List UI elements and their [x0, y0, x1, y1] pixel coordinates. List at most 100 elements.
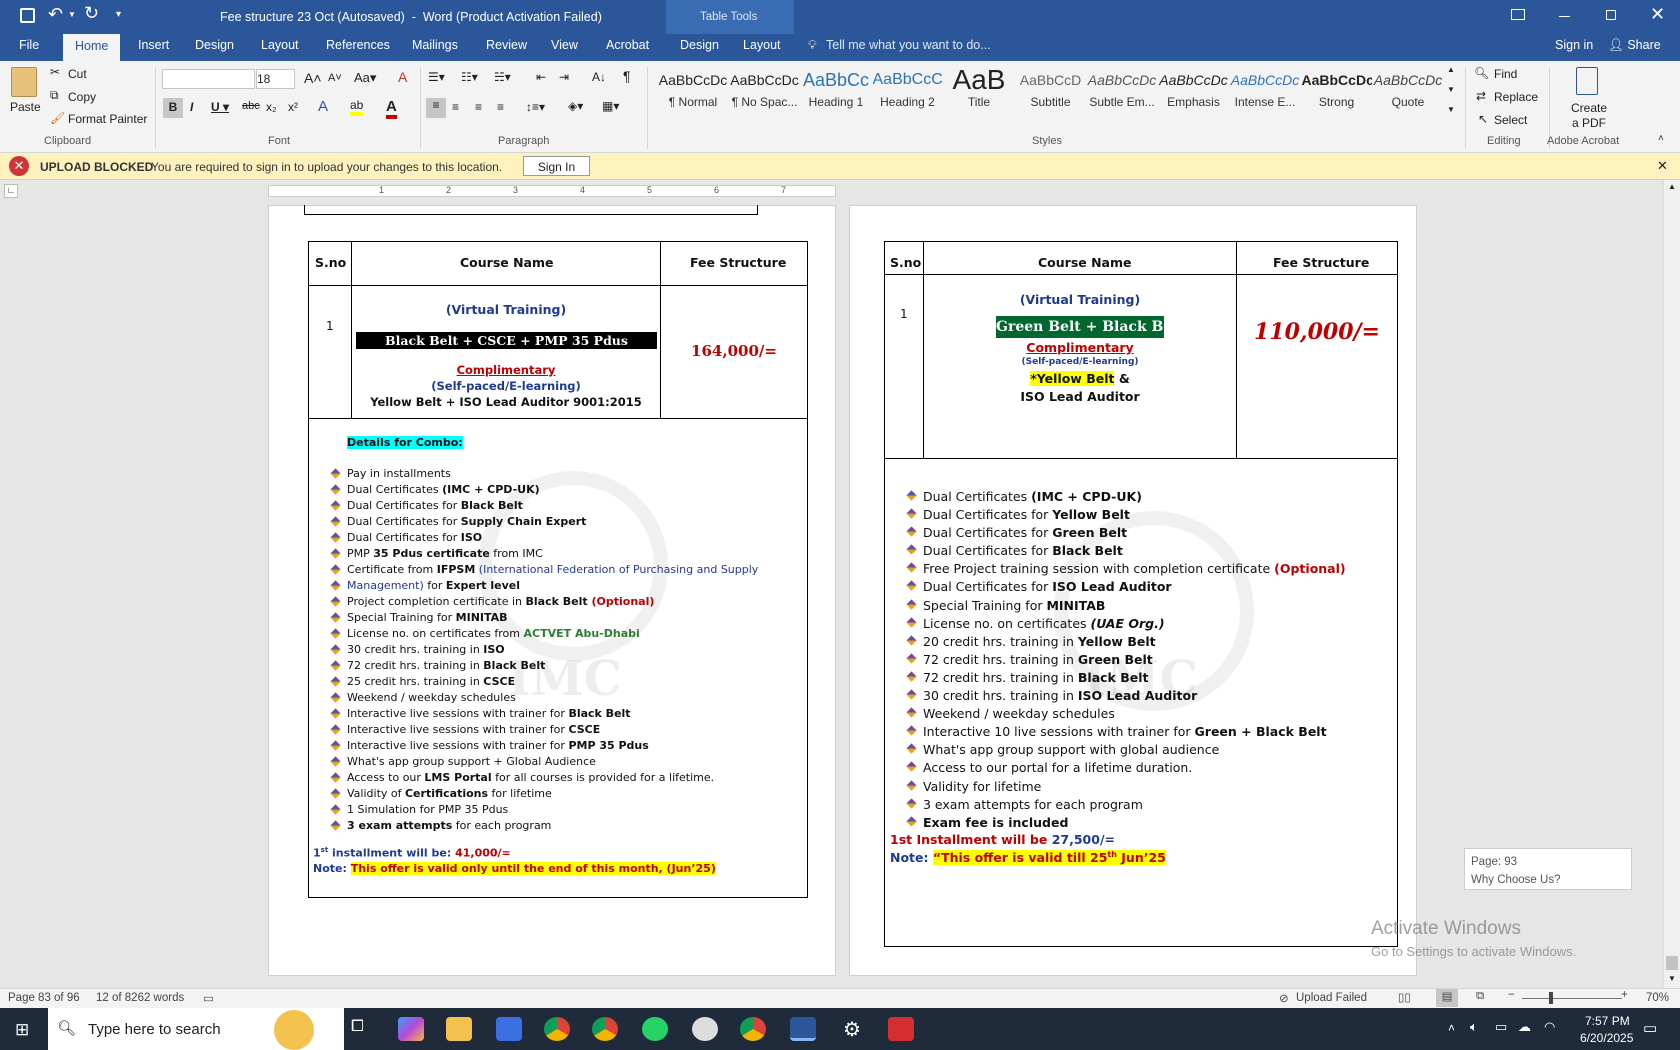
- sign-in-link[interactable]: Sign in: [1555, 38, 1593, 52]
- tray-chevron-icon[interactable]: ˄: [1448, 1021, 1455, 1035]
- italic-button[interactable]: I: [190, 100, 193, 114]
- underline-button[interactable]: U ▾: [211, 100, 229, 114]
- wifi-icon[interactable]: ◠: [1544, 1019, 1555, 1035]
- style-7[interactable]: AaBbCcDc Emphasis: [1159, 65, 1229, 119]
- font-name-box[interactable]: [162, 69, 255, 89]
- clock-time[interactable]: 7:57 PM: [1585, 1014, 1630, 1028]
- sign-in-button[interactable]: Sign In: [523, 156, 590, 176]
- sort-icon[interactable]: A↓: [592, 70, 606, 84]
- bullets-icon[interactable]: ☰▾: [428, 70, 445, 84]
- tab-review[interactable]: Review: [486, 38, 527, 52]
- infobar-close-icon[interactable]: ✕: [1657, 158, 1668, 174]
- find-button[interactable]: Find: [1494, 67, 1517, 81]
- vertical-scrollbar[interactable]: ▲ ▼: [1663, 180, 1680, 988]
- battery-icon[interactable]: ▭: [1495, 1019, 1507, 1035]
- show-marks-icon[interactable]: ¶: [623, 68, 631, 84]
- tab-acrobat[interactable]: Acrobat: [606, 38, 649, 52]
- upload-status[interactable]: Upload Failed: [1296, 992, 1367, 1004]
- strikethrough-button[interactable]: abc: [242, 100, 260, 112]
- replace-button[interactable]: Replace: [1494, 90, 1538, 104]
- style-0[interactable]: AaBbCcDc ¶ Normal: [658, 65, 728, 119]
- copy-button[interactable]: Copy: [68, 90, 96, 104]
- windows-start-icon[interactable]: ⊞: [15, 1020, 29, 1040]
- styles-scroll-up-icon[interactable]: ▲: [1447, 65, 1455, 74]
- style-2[interactable]: AaBbCc Heading 1: [801, 65, 871, 119]
- font-size-box[interactable]: 18: [256, 69, 295, 89]
- style-10[interactable]: AaBbCcDc Quote: [1373, 65, 1443, 119]
- tab-table-design[interactable]: Design: [680, 38, 719, 52]
- scroll-thumb[interactable]: [1666, 956, 1678, 970]
- style-1[interactable]: AaBbCcDc ¶ No Spac...: [730, 65, 800, 119]
- share-button[interactable]: 👤︎ Share: [1608, 38, 1661, 53]
- subscript-button[interactable]: x₂: [266, 100, 277, 114]
- proofing-icon[interactable]: ▭: [203, 991, 214, 1005]
- tab-table-layout[interactable]: Layout: [743, 38, 781, 52]
- tab-design[interactable]: Design: [195, 38, 234, 52]
- font-color-icon[interactable]: A: [386, 98, 397, 119]
- taskbar-search-input[interactable]: Type here to search: [88, 1021, 221, 1038]
- settings-icon[interactable]: ⚙: [839, 1017, 865, 1041]
- save-icon[interactable]: [20, 8, 35, 23]
- redo-icon[interactable]: ↻: [84, 3, 99, 24]
- ribbon-display-options-icon[interactable]: [1511, 9, 1525, 20]
- style-3[interactable]: AaBbCcC Heading 2: [873, 65, 943, 119]
- paste-button[interactable]: Paste: [10, 100, 41, 114]
- select-button[interactable]: Select: [1494, 113, 1527, 127]
- chrome-icon-2[interactable]: [592, 1017, 618, 1041]
- clock-date[interactable]: 6/20/2025: [1580, 1031, 1633, 1045]
- align-center-icon[interactable]: ≡: [452, 100, 459, 114]
- cloud-icon[interactable]: ☁: [1518, 1019, 1531, 1035]
- scroll-down-icon[interactable]: ▼: [1668, 974, 1676, 983]
- tab-references[interactable]: References: [326, 38, 390, 52]
- style-6[interactable]: AaBbCcDc Subtle Em...: [1087, 65, 1157, 119]
- whatsapp-icon[interactable]: [642, 1017, 668, 1041]
- numbering-icon[interactable]: ☷▾: [461, 70, 478, 84]
- collapse-ribbon-icon[interactable]: ˄: [1658, 133, 1664, 144]
- format-painter-button[interactable]: Format Painter: [68, 112, 147, 126]
- shrink-font-icon[interactable]: A˅: [328, 72, 342, 84]
- tab-view[interactable]: View: [551, 38, 578, 52]
- tab-selector[interactable]: ∟: [4, 184, 18, 198]
- page-count[interactable]: Page 83 of 96: [8, 992, 80, 1004]
- print-layout-icon[interactable]: ▤: [1436, 989, 1458, 1007]
- zoom-out-icon[interactable]: −: [1508, 989, 1515, 1001]
- restore-icon[interactable]: [1606, 10, 1616, 20]
- chrome-icon-3[interactable]: [740, 1017, 766, 1041]
- justify-icon[interactable]: ≡: [497, 100, 504, 114]
- customize-qat-icon[interactable]: ▾: [116, 9, 121, 20]
- style-9[interactable]: AaBbCcDc Strong: [1302, 65, 1372, 119]
- shading-icon[interactable]: ◈▾: [568, 99, 583, 113]
- styles-more-icon[interactable]: ▼: [1447, 105, 1455, 114]
- superscript-button[interactable]: x²: [288, 100, 298, 114]
- line-spacing-icon[interactable]: ↕≡▾: [526, 100, 545, 114]
- tell-me-search[interactable]: Tell me what you want to do...: [826, 38, 991, 52]
- tab-layout[interactable]: Layout: [261, 38, 299, 52]
- highlight-color-icon[interactable]: ab: [350, 98, 364, 116]
- word-icon[interactable]: [790, 1017, 816, 1041]
- zoom-level[interactable]: 70%: [1646, 992, 1669, 1004]
- read-mode-icon[interactable]: ▯▯: [1398, 990, 1411, 1004]
- borders-icon[interactable]: ▦▾: [602, 99, 619, 113]
- scroll-up-icon[interactable]: ▲: [1668, 182, 1676, 191]
- chrome-icon-1[interactable]: [544, 1017, 570, 1041]
- volume-icon[interactable]: 🔈︎: [1470, 1019, 1478, 1035]
- app-icon-1[interactable]: [496, 1017, 522, 1041]
- word-count[interactable]: 12 of 8262 words: [96, 992, 184, 1004]
- taskbar-search-box[interactable]: 🔍︎ Type here to search: [48, 1008, 344, 1050]
- align-right-icon[interactable]: ≡: [475, 100, 482, 114]
- paste-icon[interactable]: [11, 67, 37, 97]
- change-case-icon[interactable]: Aa▾: [354, 70, 376, 86]
- web-layout-icon[interactable]: ⧉: [1476, 990, 1484, 1003]
- align-left-icon[interactable]: ≡: [426, 98, 446, 118]
- horizontal-ruler[interactable]: 1 2 3 4 5 6 7: [268, 185, 836, 197]
- clear-formatting-icon[interactable]: A: [398, 69, 407, 85]
- zoom-in-icon[interactable]: +: [1621, 989, 1628, 1001]
- task-view-icon[interactable]: ⧠: [351, 1018, 364, 1036]
- tab-home[interactable]: Home: [63, 34, 121, 61]
- undo-dropdown-icon[interactable]: ▼: [68, 10, 76, 19]
- undo-icon[interactable]: ↶: [48, 4, 63, 25]
- increase-indent-icon[interactable]: ⇥: [559, 70, 569, 84]
- tab-file[interactable]: File: [19, 38, 39, 52]
- file-explorer-icon[interactable]: [446, 1017, 472, 1041]
- style-4[interactable]: AaB Title: [944, 65, 1014, 119]
